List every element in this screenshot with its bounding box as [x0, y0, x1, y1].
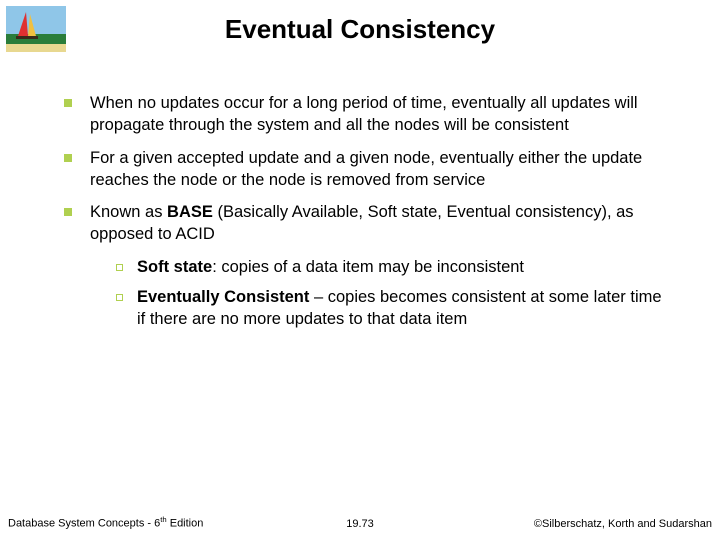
- bullet-square-icon: [64, 154, 72, 162]
- bullet-text: For a given accepted update and a given …: [90, 147, 664, 192]
- bullet-outline-square-icon: [116, 294, 123, 301]
- sub-bullet-text: Eventually Consistent – copies becomes c…: [137, 286, 664, 331]
- text-bold: BASE: [167, 203, 213, 221]
- sub-bullet-list: Soft state: copies of a data item may be…: [116, 256, 664, 331]
- bullet-item: When no updates occur for a long period …: [64, 92, 664, 137]
- sub-bullet-item: Soft state: copies of a data item may be…: [116, 256, 664, 278]
- bullet-text: Known as BASE (Basically Available, Soft…: [90, 201, 664, 246]
- text-bold: Soft state: [137, 258, 212, 276]
- bullet-item: For a given accepted update and a given …: [64, 147, 664, 192]
- bullet-item: Known as BASE (Basically Available, Soft…: [64, 201, 664, 246]
- sub-bullet-item: Eventually Consistent – copies becomes c…: [116, 286, 664, 331]
- text-part: Known as: [90, 203, 167, 221]
- bullet-text: When no updates occur for a long period …: [90, 92, 664, 137]
- bullet-outline-square-icon: [116, 264, 123, 271]
- bullet-square-icon: [64, 208, 72, 216]
- bullet-square-icon: [64, 99, 72, 107]
- sub-bullet-text: Soft state: copies of a data item may be…: [137, 256, 664, 278]
- footer-right: ©Silberschatz, Korth and Sudarshan: [534, 518, 712, 530]
- text-bold: Eventually Consistent: [137, 288, 309, 306]
- slide: Eventual Consistency When no updates occ…: [0, 0, 720, 540]
- content-area: When no updates occur for a long period …: [64, 92, 664, 338]
- text-part: : copies of a data item may be inconsist…: [212, 258, 524, 276]
- slide-title: Eventual Consistency: [0, 14, 720, 45]
